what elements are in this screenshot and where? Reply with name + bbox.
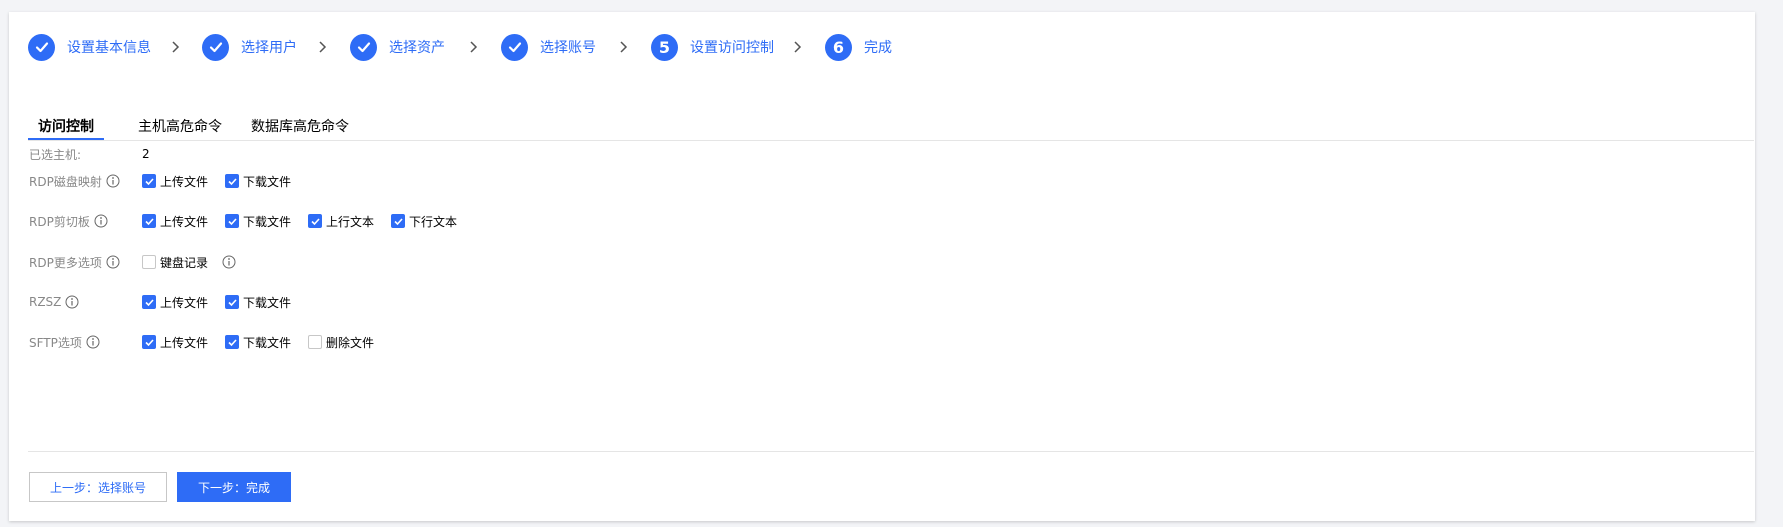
check-icon <box>28 33 55 61</box>
checkbox-upload[interactable]: 上传文件 <box>142 171 208 191</box>
step-label: 设置访问控制 <box>690 40 774 56</box>
wizard-card: 设置基本信息 选择用户 选择资产 选择账号 5 设置访问控制 6 完成 访问控制… <box>9 12 1755 521</box>
checkbox-download[interactable]: 下载文件 <box>225 292 291 312</box>
step-1[interactable]: 设置基本信息 <box>28 32 151 62</box>
step-2[interactable]: 选择用户 <box>202 32 297 62</box>
checkbox-icon[interactable] <box>142 295 156 309</box>
option-label: 删除文件 <box>326 335 375 350</box>
checkbox-icon[interactable] <box>225 174 240 188</box>
info-icon[interactable] <box>86 335 100 349</box>
step-4[interactable]: 选择账号 <box>501 32 596 62</box>
tab-host-dangerous-commands[interactable]: 主机高危命令 <box>138 116 222 136</box>
option-label: 键盘记录 <box>160 255 209 270</box>
option-label: 上行文本 <box>326 214 375 229</box>
step-number: 5 <box>651 33 678 61</box>
field-label: RDP磁盘映射 <box>29 173 142 190</box>
checkbox-icon[interactable] <box>142 335 156 349</box>
tab-access-control[interactable]: 访问控制 <box>38 116 94 136</box>
step-3[interactable]: 选择资产 <box>350 32 445 62</box>
checkbox-icon[interactable] <box>142 174 156 188</box>
info-icon[interactable] <box>94 214 108 228</box>
check-icon <box>350 33 377 61</box>
option-label: 下载文件 <box>243 174 292 189</box>
chevron-right-icon <box>794 41 802 53</box>
rdp-more-label: RDP更多选项 <box>29 255 102 270</box>
info-icon[interactable] <box>106 174 120 188</box>
rdp-disk-label: RDP磁盘映射 <box>29 174 102 189</box>
row-selected-hosts: 已选主机: 2 <box>29 144 150 164</box>
tab-bar: 访问控制 主机高危命令 数据库高危命令 <box>28 104 1754 141</box>
check-icon <box>501 33 528 61</box>
row-sftp: SFTP选项 上传文件 下载文件 删除文件 <box>29 332 391 352</box>
checkbox-delete[interactable]: 删除文件 <box>308 332 374 352</box>
step-number: 6 <box>825 33 852 61</box>
checkbox-icon[interactable] <box>142 255 156 269</box>
check-icon <box>202 33 229 61</box>
row-rdp-more: RDP更多选项 键盘记录 <box>29 252 236 272</box>
option-label: 下载文件 <box>243 214 292 229</box>
step-5[interactable]: 5 设置访问控制 <box>651 32 774 62</box>
option-label: 上传文件 <box>160 174 209 189</box>
step-label: 选择账号 <box>540 40 596 56</box>
step-label: 设置基本信息 <box>67 40 151 56</box>
field-label: SFTP选项 <box>29 334 142 351</box>
checkbox-icon[interactable] <box>308 335 323 349</box>
sftp-label: SFTP选项 <box>29 335 82 350</box>
checkbox-upload[interactable]: 上传文件 <box>142 211 208 231</box>
info-icon[interactable] <box>65 295 79 309</box>
checkbox-upload[interactable]: 上传文件 <box>142 292 208 312</box>
info-icon[interactable] <box>222 255 236 269</box>
selected-hosts-value: 2 <box>142 147 150 161</box>
checkbox-icon[interactable] <box>225 295 240 309</box>
checkbox-download[interactable]: 下载文件 <box>225 211 291 231</box>
checkbox-icon[interactable] <box>142 214 156 228</box>
footer-divider <box>28 451 1754 452</box>
option-label: 上传文件 <box>160 335 209 350</box>
chevron-right-icon <box>470 41 478 53</box>
active-tab-indicator <box>28 138 104 140</box>
step-label: 选择用户 <box>241 40 297 56</box>
field-label: RDP剪切板 <box>29 213 142 230</box>
checkbox-upload[interactable]: 上传文件 <box>142 332 208 352</box>
rdp-clipboard-label: RDP剪切板 <box>29 214 90 229</box>
option-label: 下载文件 <box>243 335 292 350</box>
field-label: RZSZ <box>29 295 142 309</box>
checkbox-downstream-text[interactable]: 下行文本 <box>391 211 457 231</box>
checkbox-keyboard-log[interactable]: 键盘记录 <box>142 252 208 272</box>
step-label: 选择资产 <box>389 40 445 56</box>
tab-db-dangerous-commands[interactable]: 数据库高危命令 <box>251 116 349 136</box>
option-label: 上传文件 <box>160 214 209 229</box>
chevron-right-icon <box>172 41 180 53</box>
prev-step-button[interactable]: 上一步：选择账号 <box>29 472 167 502</box>
selected-hosts-label: 已选主机: <box>29 147 82 162</box>
row-rzsz: RZSZ 上传文件 下载文件 <box>29 292 308 312</box>
chevron-right-icon <box>319 41 327 53</box>
checkbox-icon[interactable] <box>391 214 406 228</box>
checkbox-upstream-text[interactable]: 上行文本 <box>308 211 374 231</box>
next-step-button[interactable]: 下一步：完成 <box>177 472 291 502</box>
option-label: 上传文件 <box>160 295 209 310</box>
row-rdp-clipboard: RDP剪切板 上传文件 下载文件 上行文本 下行文本 <box>29 211 474 231</box>
checkbox-icon[interactable] <box>308 214 323 228</box>
chevron-right-icon <box>620 41 628 53</box>
option-label: 下行文本 <box>409 214 458 229</box>
option-label: 下载文件 <box>243 295 292 310</box>
checkbox-icon[interactable] <box>225 214 240 228</box>
step-6[interactable]: 6 完成 <box>825 32 892 62</box>
info-icon[interactable] <box>106 255 120 269</box>
rzsz-label: RZSZ <box>29 295 62 309</box>
row-rdp-disk: RDP磁盘映射 上传文件 下载文件 <box>29 171 308 191</box>
field-label: RDP更多选项 <box>29 254 142 271</box>
checkbox-download[interactable]: 下载文件 <box>225 332 291 352</box>
step-label: 完成 <box>864 40 892 56</box>
field-label: 已选主机: <box>29 146 142 163</box>
checkbox-download[interactable]: 下载文件 <box>225 171 291 191</box>
checkbox-icon[interactable] <box>225 335 240 349</box>
